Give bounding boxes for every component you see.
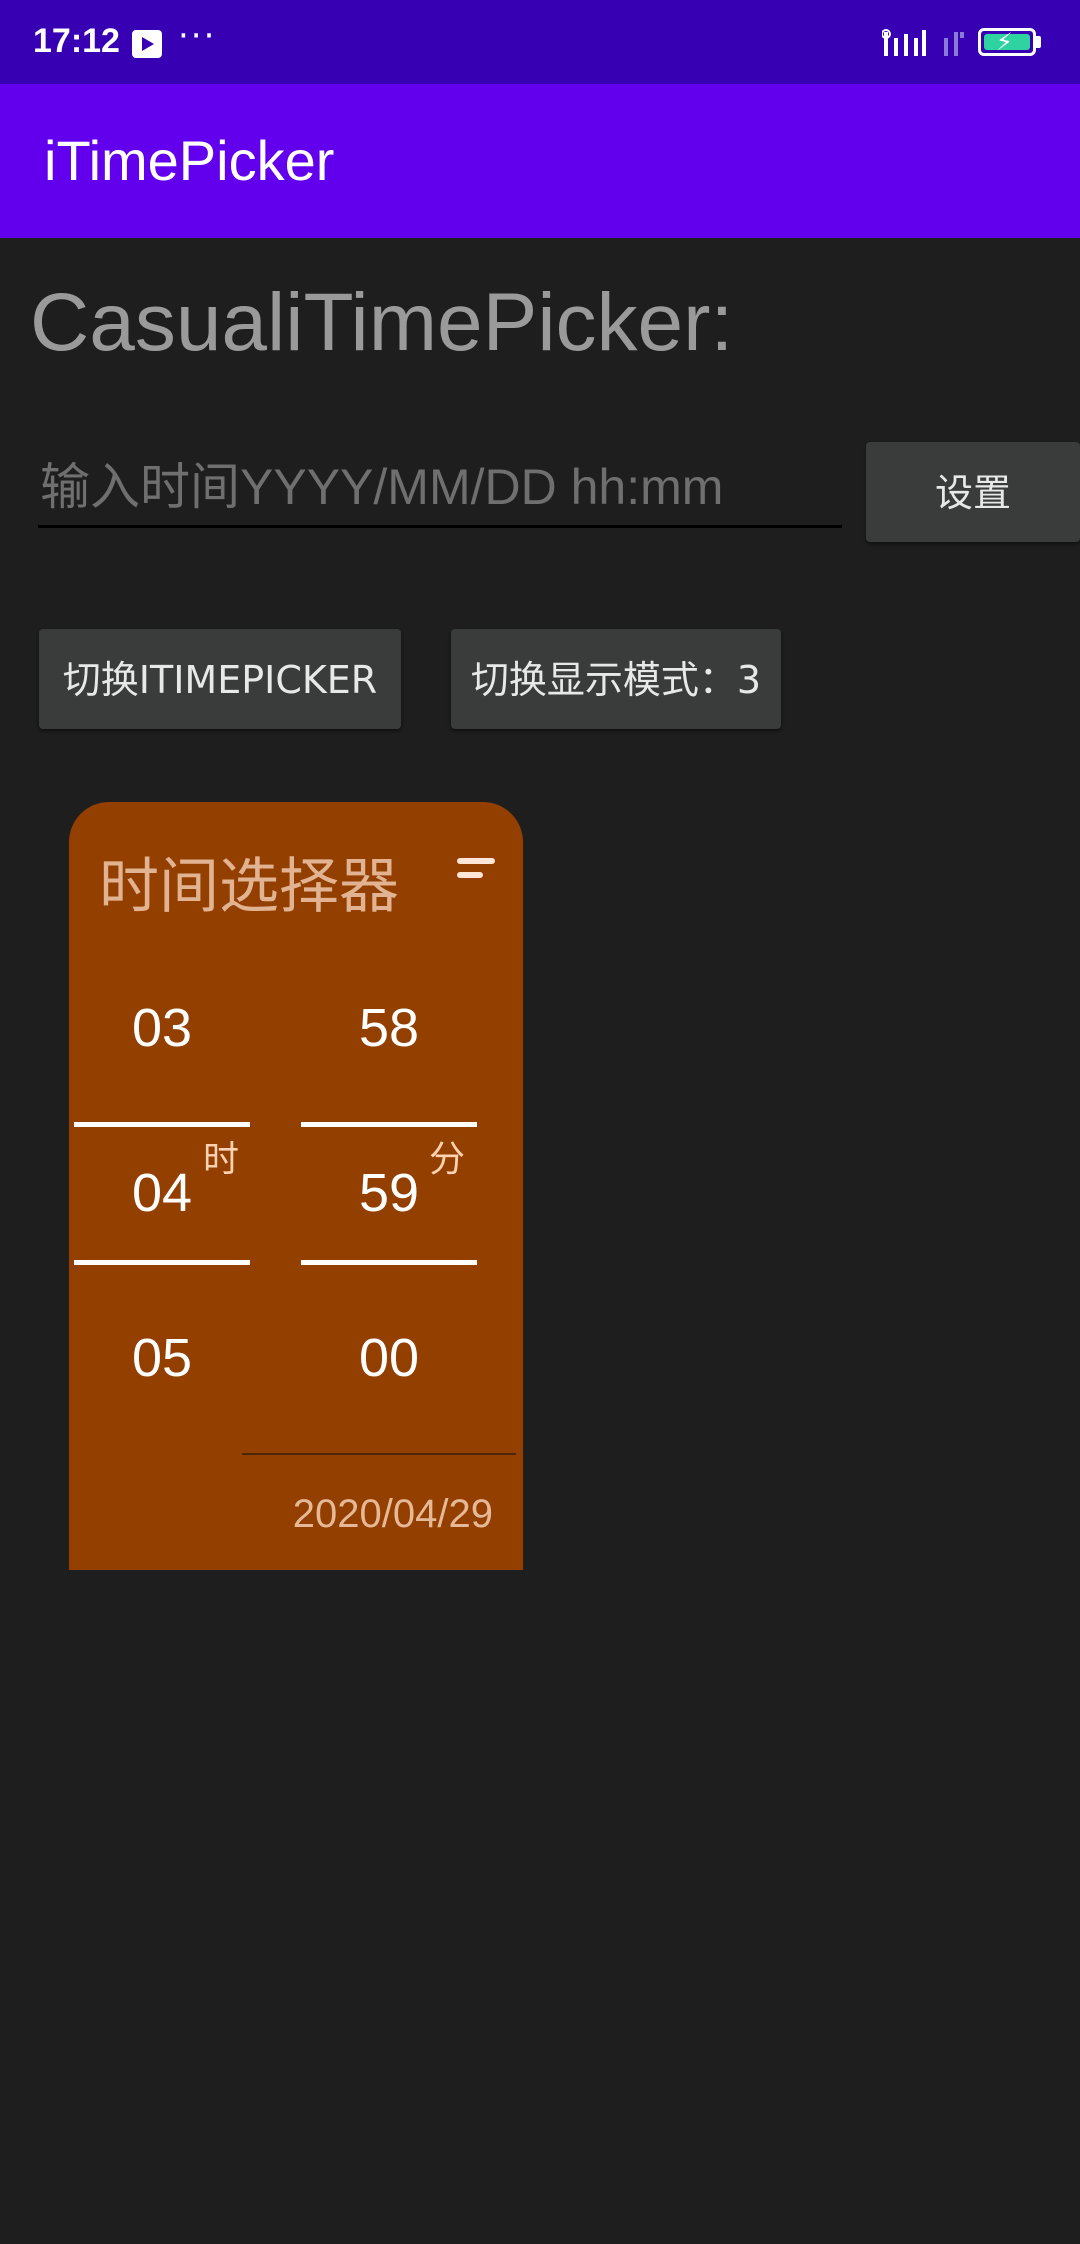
time-input[interactable] — [38, 448, 842, 528]
time-picker-card: 时间选择器 03 04 05 58 59 00 时 分 2020/04/29 — [69, 802, 523, 1570]
switch-picker-button[interactable]: 切换ITIMEPICKER — [39, 629, 401, 729]
minute-next[interactable]: 00 — [301, 1327, 477, 1389]
bolt-icon: ⚡ — [996, 28, 1013, 56]
screen: 17:12 ··· ⚡ iTimePicker CasualiTimePicke… — [0, 0, 1080, 2244]
hour-prev[interactable]: 03 — [74, 997, 250, 1059]
app-bar: iTimePicker — [0, 84, 1080, 238]
switch-mode-button[interactable]: 切换显示模式：3 — [451, 629, 781, 729]
picker-date: 2020/04/29 — [292, 1492, 493, 1536]
minute-selection-bottom-line — [301, 1260, 477, 1265]
picker-divider — [242, 1453, 516, 1455]
minute-selection-top-line — [301, 1122, 477, 1127]
minute-unit-label: 分 — [429, 1139, 466, 1180]
sort-icon-bar — [457, 872, 483, 878]
hour-selection-bottom-line — [74, 1260, 250, 1265]
picker-title: 时间选择器 — [99, 852, 399, 922]
sort-icon[interactable] — [457, 858, 497, 882]
signal-bars-icon — [882, 29, 926, 56]
app-title: iTimePicker — [44, 129, 335, 192]
set-button[interactable]: 设置 — [866, 442, 1080, 542]
battery-tip — [1036, 36, 1041, 48]
page-heading: CasualiTimePicker: — [30, 277, 734, 368]
more-notifications-icon: ··· — [178, 16, 217, 56]
minute-prev[interactable]: 58 — [301, 997, 477, 1059]
sort-icon-bar — [457, 858, 495, 864]
hour-unit-label: 时 — [203, 1139, 240, 1180]
hour-selection-top-line — [74, 1122, 250, 1127]
status-time: 17:12 — [33, 22, 120, 60]
signal-bars-secondary-icon — [944, 32, 964, 56]
status-bar: 17:12 ··· ⚡ — [0, 0, 1080, 84]
video-play-icon — [132, 30, 162, 58]
hour-next[interactable]: 05 — [74, 1327, 250, 1389]
